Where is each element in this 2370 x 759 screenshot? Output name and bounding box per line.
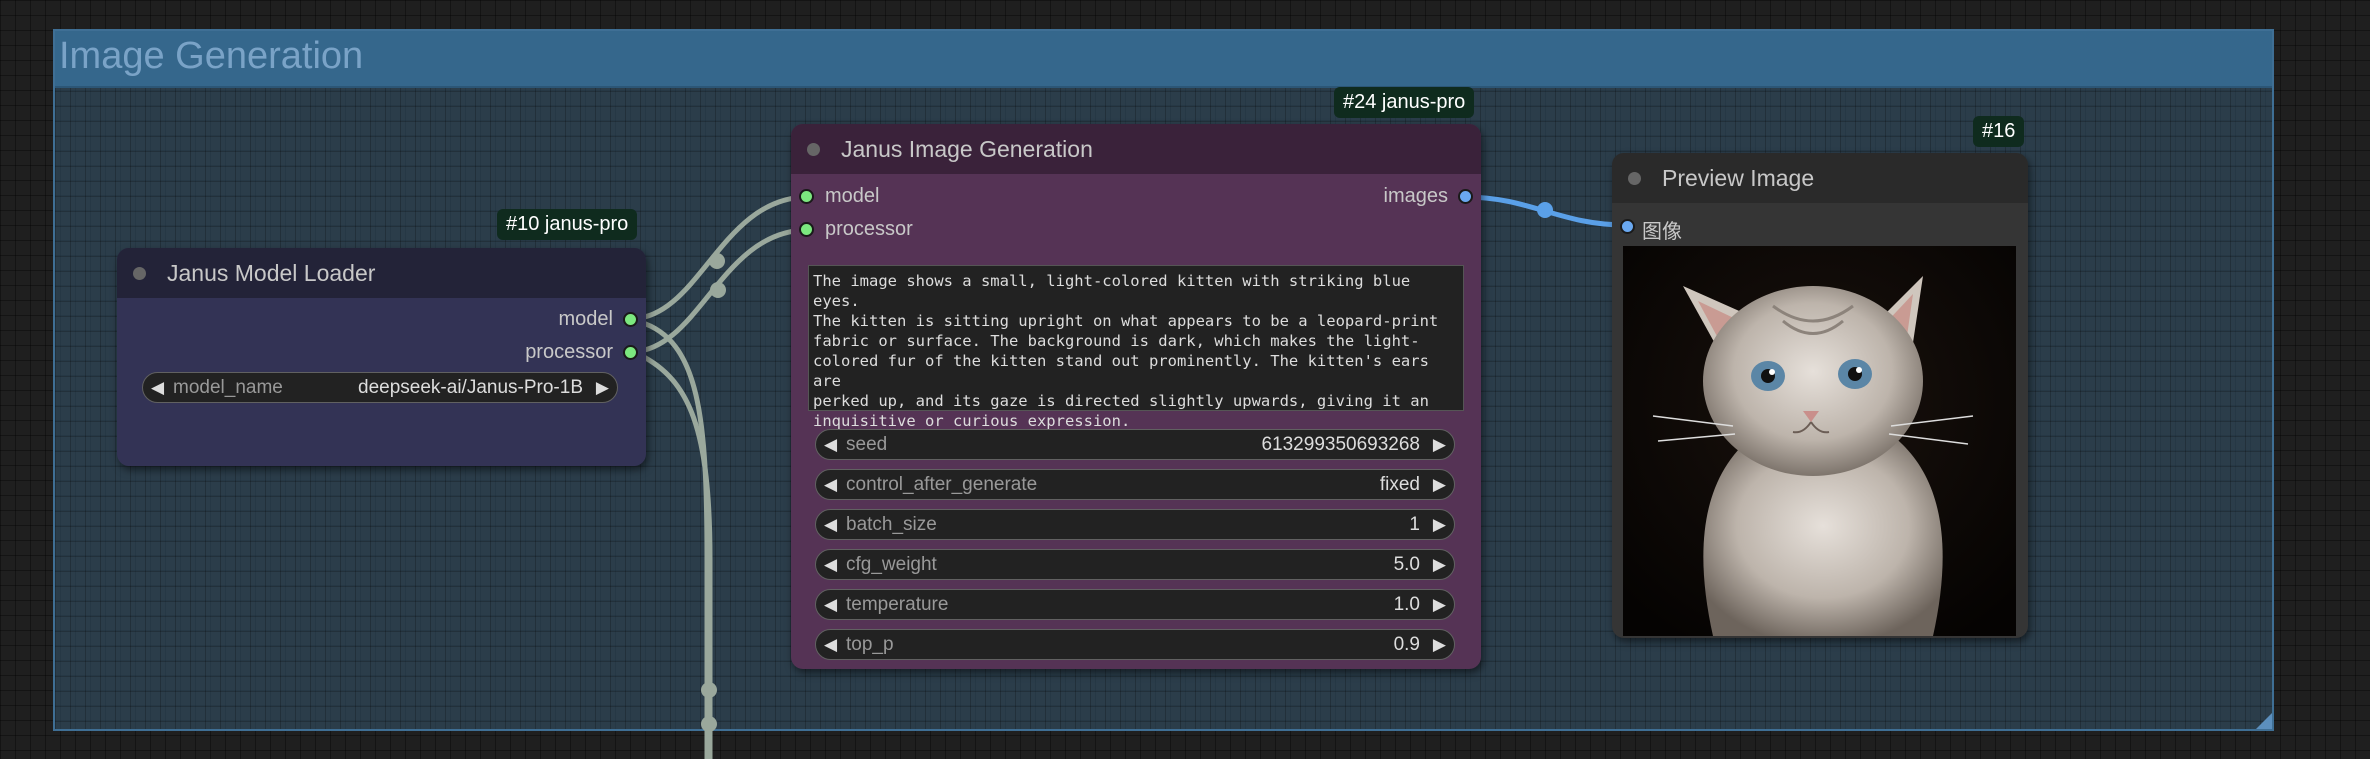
node-janus-image-generation[interactable]: Janus Image Generation model processor i…: [791, 124, 1481, 669]
input-label-model: model: [825, 185, 880, 207]
decrement-arrow-icon[interactable]: ◀: [824, 475, 837, 495]
collapse-dot-icon[interactable]: [133, 267, 146, 280]
widget-name: cfg_weight: [846, 554, 937, 575]
widget-name: batch_size: [846, 514, 937, 535]
node-janus-model-loader[interactable]: Janus Model Loader model processor ◀ mod…: [117, 248, 646, 466]
output-slot-images[interactable]: [1458, 189, 1473, 204]
widget-name: model_name: [173, 377, 283, 398]
node-preview-image[interactable]: Preview Image 图像: [1612, 153, 2028, 638]
group-header[interactable]: Image Generation: [55, 31, 2272, 88]
node-title-bar[interactable]: Janus Image Generation: [791, 124, 1481, 174]
group-resize-handle[interactable]: [2256, 713, 2272, 729]
collapse-dot-icon[interactable]: [1628, 172, 1641, 185]
increment-arrow-icon[interactable]: ▶: [1433, 635, 1446, 655]
widget-name: control_after_generate: [846, 474, 1038, 495]
preview-image-kitten[interactable]: [1623, 246, 2016, 636]
widget-top-p[interactable]: ◀ top_p 0.9 ▶: [815, 629, 1455, 660]
increment-arrow-icon[interactable]: ▶: [1433, 595, 1446, 615]
widget-name: seed: [846, 434, 888, 455]
increment-arrow-icon[interactable]: ▶: [596, 378, 609, 398]
input-label-processor: processor: [825, 218, 913, 240]
node-id-badge: #16: [1973, 116, 2025, 147]
widget-temperature[interactable]: ◀ temperature 1.0 ▶: [815, 589, 1455, 620]
node-title-bar[interactable]: Janus Model Loader: [117, 248, 646, 298]
node-title-bar[interactable]: Preview Image: [1612, 153, 2028, 203]
output-label-model: model: [558, 308, 613, 330]
output-slot-processor[interactable]: [623, 345, 638, 360]
widget-value: 1: [1409, 514, 1420, 535]
widget-value: fixed: [1379, 474, 1420, 495]
node-id-badge: #10 janus-pro: [497, 209, 638, 240]
widget-name: top_p: [846, 634, 894, 655]
widget-seed[interactable]: ◀ seed 613299350693268 ▶: [815, 429, 1455, 460]
increment-arrow-icon[interactable]: ▶: [1433, 515, 1446, 535]
output-label-processor: processor: [525, 341, 613, 363]
decrement-arrow-icon[interactable]: ◀: [824, 555, 837, 575]
widget-value: 1.0: [1393, 594, 1420, 615]
group-title: Image Generation: [59, 35, 364, 77]
decrement-arrow-icon[interactable]: ◀: [824, 515, 837, 535]
widget-value: 613299350693268: [1261, 434, 1420, 455]
node-id-badge: #24 janus-pro: [1334, 87, 1475, 118]
collapse-dot-icon[interactable]: [807, 143, 820, 156]
increment-arrow-icon[interactable]: ▶: [1433, 475, 1446, 495]
node-title: Janus Model Loader: [167, 260, 376, 286]
output-slot-model[interactable]: [623, 312, 638, 327]
widget-name: temperature: [846, 594, 949, 615]
node-title: Preview Image: [1662, 165, 1815, 191]
prompt-textarea[interactable]: The image shows a small, light-colored k…: [808, 265, 1464, 430]
widget-cfg-weight[interactable]: ◀ cfg_weight 5.0 ▶: [815, 549, 1455, 580]
widget-model-name[interactable]: ◀ model_name deepseek-ai/Janus-Pro-1B ▶: [142, 372, 618, 403]
input-slot-image[interactable]: [1620, 219, 1635, 234]
input-slot-processor[interactable]: [799, 222, 814, 237]
node-title: Janus Image Generation: [841, 136, 1093, 162]
output-label-images: images: [1383, 185, 1448, 207]
input-label-image: 图像: [1642, 221, 1682, 243]
widget-batch-size[interactable]: ◀ batch_size 1 ▶: [815, 509, 1455, 540]
widget-control-after-generate[interactable]: ◀ control_after_generate fixed ▶: [815, 469, 1455, 500]
widget-value: deepseek-ai/Janus-Pro-1B: [358, 377, 583, 398]
input-slot-model[interactable]: [799, 189, 814, 204]
kitten-image: [1623, 246, 2016, 636]
decrement-arrow-icon[interactable]: ◀: [824, 595, 837, 615]
widget-value: 5.0: [1393, 554, 1420, 575]
decrement-arrow-icon[interactable]: ◀: [151, 378, 164, 398]
decrement-arrow-icon[interactable]: ◀: [824, 635, 837, 655]
decrement-arrow-icon[interactable]: ◀: [824, 435, 837, 455]
increment-arrow-icon[interactable]: ▶: [1433, 435, 1446, 455]
increment-arrow-icon[interactable]: ▶: [1433, 555, 1446, 575]
widget-value: 0.9: [1393, 634, 1420, 655]
